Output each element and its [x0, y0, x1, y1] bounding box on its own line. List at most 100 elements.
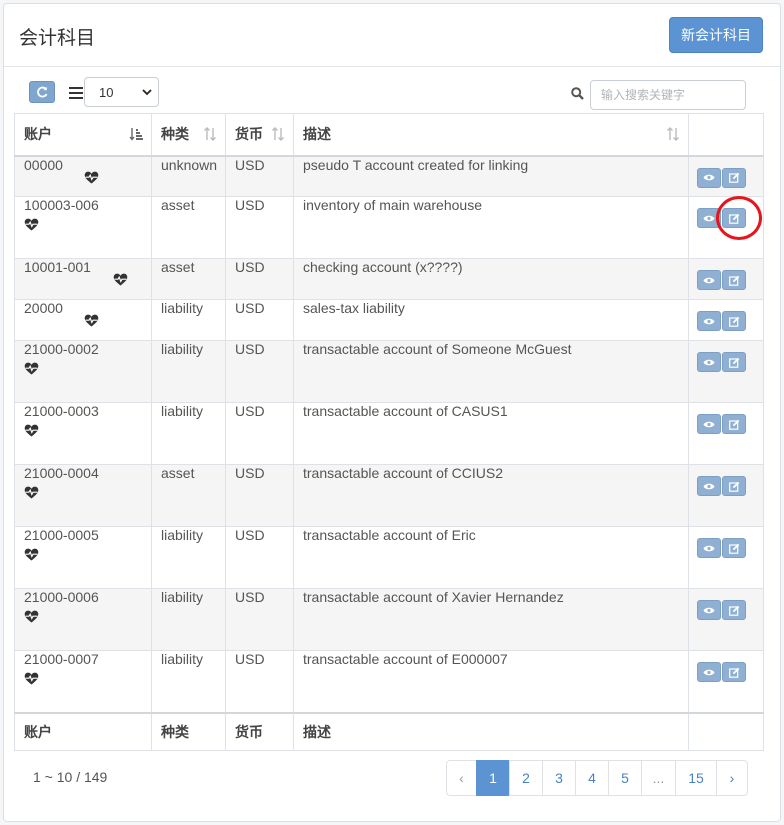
account-status[interactable] — [24, 362, 142, 378]
view-button[interactable] — [697, 270, 721, 290]
view-button[interactable] — [697, 167, 721, 188]
view-button[interactable] — [697, 476, 721, 496]
edit-button[interactable] — [722, 414, 746, 434]
cell-description: sales-tax liability — [293, 299, 689, 341]
heartbeat-icon — [24, 424, 39, 437]
new-account-button[interactable]: 新会计科目 — [669, 17, 763, 53]
cell-actions — [688, 526, 764, 589]
column-header-type[interactable]: 种类 — [151, 113, 226, 157]
view-button[interactable] — [697, 311, 721, 331]
account-number: 100003-006 — [24, 197, 99, 213]
view-button[interactable] — [697, 352, 721, 372]
account-status[interactable] — [24, 610, 142, 626]
view-button[interactable] — [697, 538, 721, 558]
edit-button[interactable] — [722, 167, 746, 188]
page-prev[interactable]: ‹ — [446, 760, 477, 796]
cell-description: inventory of main warehouse — [293, 196, 689, 259]
edit-icon — [728, 172, 739, 183]
edit-button[interactable] — [722, 538, 746, 558]
cell-actions — [688, 155, 764, 197]
page-4[interactable]: 4 — [575, 760, 609, 796]
table-row: 21000-0002 liability USD transactable accou… — [14, 340, 764, 403]
edit-button[interactable] — [722, 352, 746, 372]
edit-button[interactable] — [722, 311, 746, 331]
page-5[interactable]: 5 — [608, 760, 642, 796]
cell-currency: USD — [225, 196, 294, 259]
pagination: ‹ 1 2 3 4 5 ... 15 › — [446, 760, 748, 796]
page-title: 会计科目 — [19, 27, 96, 49]
account-number: 21000-0003 — [24, 403, 99, 419]
refresh-button[interactable] — [29, 81, 55, 103]
account-status[interactable] — [24, 424, 142, 440]
account-status[interactable] — [24, 486, 142, 502]
view-button[interactable] — [697, 600, 721, 620]
page-2[interactable]: 2 — [509, 760, 543, 796]
column-label: 种类 — [161, 127, 189, 144]
cell-account: 21000-0007 — [14, 650, 152, 713]
column-label: 描述 — [303, 127, 331, 144]
cell-actions — [688, 588, 764, 651]
cell-description: transactable account of Someone McGuest — [293, 340, 689, 403]
cell-account: 10001-001 — [14, 258, 152, 300]
pagination-info: 1 ~ 10 / 149 — [33, 769, 108, 785]
column-header-description[interactable]: 描述 — [293, 113, 689, 157]
cell-account: 21000-0005 — [14, 526, 152, 589]
account-status[interactable] — [84, 171, 99, 187]
search-input[interactable] — [590, 80, 746, 110]
cell-description: transactable account of CASUS1 — [293, 402, 689, 465]
column-header-account[interactable]: 账户 — [14, 113, 152, 157]
page-size-select[interactable]: 10 — [84, 77, 159, 107]
account-status[interactable] — [24, 548, 142, 564]
eye-icon — [703, 174, 715, 181]
eye-icon — [703, 607, 715, 613]
cell-type: liability — [151, 340, 226, 403]
table-row: 20000 liability USD sales-tax liability — [14, 299, 764, 341]
page-next[interactable]: › — [716, 760, 748, 796]
cell-currency: USD — [225, 588, 294, 651]
view-button[interactable] — [697, 662, 721, 682]
edit-button[interactable] — [722, 270, 746, 290]
cell-account: 100003-006 — [14, 196, 152, 259]
eye-icon — [703, 421, 715, 427]
cell-type: asset — [151, 258, 226, 300]
sort-icon — [204, 127, 216, 141]
cell-currency: USD — [225, 258, 294, 300]
account-number: 21000-0004 — [24, 465, 99, 481]
view-button[interactable] — [697, 414, 721, 434]
account-number: 21000-0007 — [24, 651, 99, 667]
eye-icon — [703, 318, 715, 324]
page-3[interactable]: 3 — [542, 760, 576, 796]
edit-button[interactable] — [722, 600, 746, 620]
edit-button[interactable] — [722, 476, 746, 496]
heartbeat-icon — [24, 486, 39, 499]
account-status[interactable] — [84, 314, 99, 330]
account-status[interactable] — [24, 218, 142, 234]
column-header-currency[interactable]: 货币 — [225, 113, 294, 157]
table-toolbar: 10 — [0, 63, 784, 113]
edit-highlight-circle — [716, 196, 762, 240]
footer-description: 描述 — [293, 711, 689, 751]
cell-account: 21000-0003 — [14, 402, 152, 465]
account-number: 00000 — [24, 156, 63, 173]
account-status[interactable] — [113, 273, 128, 289]
sort-icon — [667, 127, 679, 141]
page-1[interactable]: 1 — [476, 760, 510, 796]
page-15[interactable]: 15 — [675, 760, 717, 796]
account-status[interactable] — [24, 672, 142, 688]
edit-icon — [728, 481, 739, 492]
edit-icon — [728, 275, 739, 286]
eye-icon — [703, 215, 715, 221]
account-number: 21000-0002 — [24, 341, 99, 357]
table-row: 10001-001 asset USD checking account (x????… — [14, 258, 764, 300]
heartbeat-icon — [24, 218, 39, 231]
cell-description: pseudo T account created for linking — [293, 155, 689, 197]
cell-actions — [688, 258, 764, 300]
heartbeat-icon — [84, 171, 99, 183]
cell-account: 20000 — [14, 299, 152, 341]
edit-button[interactable] — [722, 662, 746, 682]
eye-icon — [703, 545, 715, 551]
account-number: 21000-0006 — [24, 589, 99, 605]
footer-actions — [688, 711, 764, 751]
footer-account: 账户 — [14, 711, 152, 751]
account-number: 20000 — [24, 300, 63, 316]
